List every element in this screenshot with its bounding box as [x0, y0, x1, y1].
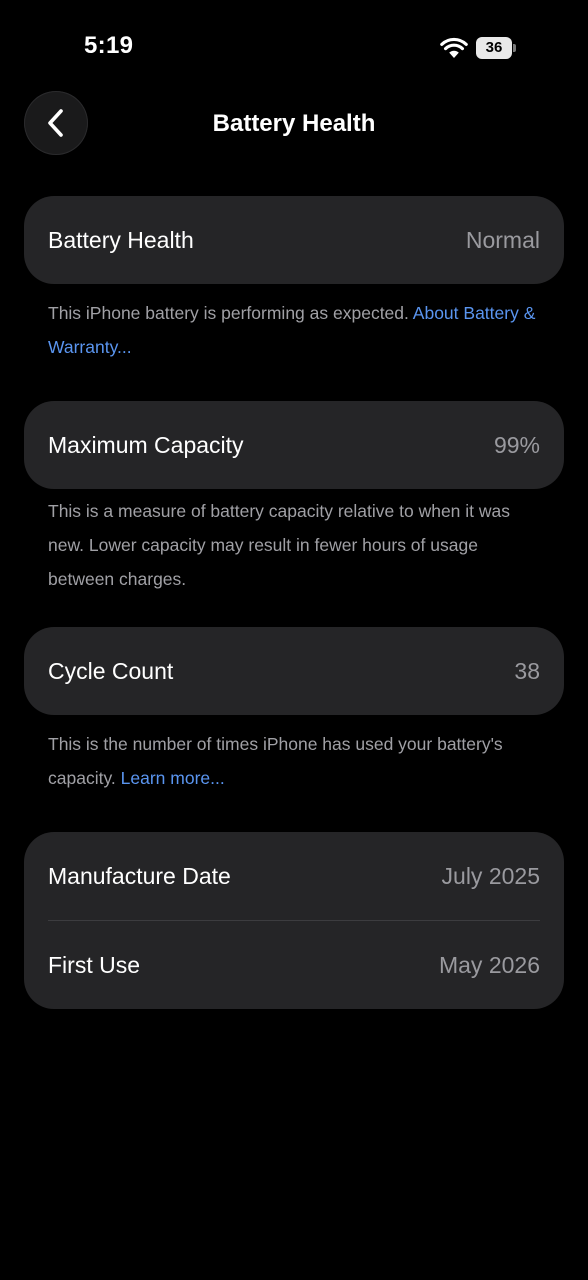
- dates-card: Manufacture Date July 2025 First Use May…: [24, 832, 564, 1009]
- cycle-count-footnote: This is the number of times iPhone has u…: [48, 727, 548, 795]
- cycle-count-footnote-text: This is the number of times iPhone has u…: [48, 734, 503, 788]
- first-use-label: First Use: [48, 951, 140, 978]
- battery-health-label: Battery Health: [48, 226, 194, 253]
- cycle-count-row: Cycle Count 38: [24, 627, 564, 715]
- battery-health-card: Battery Health Normal: [24, 196, 564, 284]
- status-time: 5:19: [84, 32, 134, 59]
- wifi-icon: [440, 37, 468, 58]
- manufacture-date-row: Manufacture Date July 2025: [24, 832, 564, 920]
- maximum-capacity-footnote: This is a measure of battery capacity re…: [48, 501, 511, 589]
- learn-more-link[interactable]: Learn more...: [121, 768, 225, 788]
- cycle-count-value: 38: [514, 657, 540, 684]
- battery-health-footnote-text: This iPhone battery is performing as exp…: [48, 303, 409, 323]
- battery-icon: 36: [476, 37, 518, 59]
- manufacture-date-label: Manufacture Date: [48, 862, 231, 889]
- maximum-capacity-label: Maximum Capacity: [48, 431, 244, 458]
- first-use-value: May 2026: [438, 951, 540, 978]
- page-title: Battery Health: [212, 110, 376, 137]
- maximum-capacity-row: Maximum Capacity 99%: [24, 401, 564, 489]
- battery-health-footnote: This iPhone battery is performing as exp…: [48, 296, 548, 364]
- battery-health-value: Normal: [465, 226, 540, 253]
- cycle-count-label: Cycle Count: [48, 657, 174, 684]
- maximum-capacity-value: 99%: [493, 431, 540, 458]
- battery-health-row: Battery Health Normal: [24, 196, 564, 284]
- maximum-capacity-card: Maximum Capacity 99%: [24, 401, 564, 489]
- battery-level-text: 36: [485, 39, 503, 56]
- manufacture-date-value: July 2025: [441, 862, 540, 889]
- status-bar: 5:19 36: [0, 0, 588, 96]
- first-use-row: First Use May 2026: [24, 921, 564, 1009]
- cycle-count-card: Cycle Count 38: [24, 627, 564, 715]
